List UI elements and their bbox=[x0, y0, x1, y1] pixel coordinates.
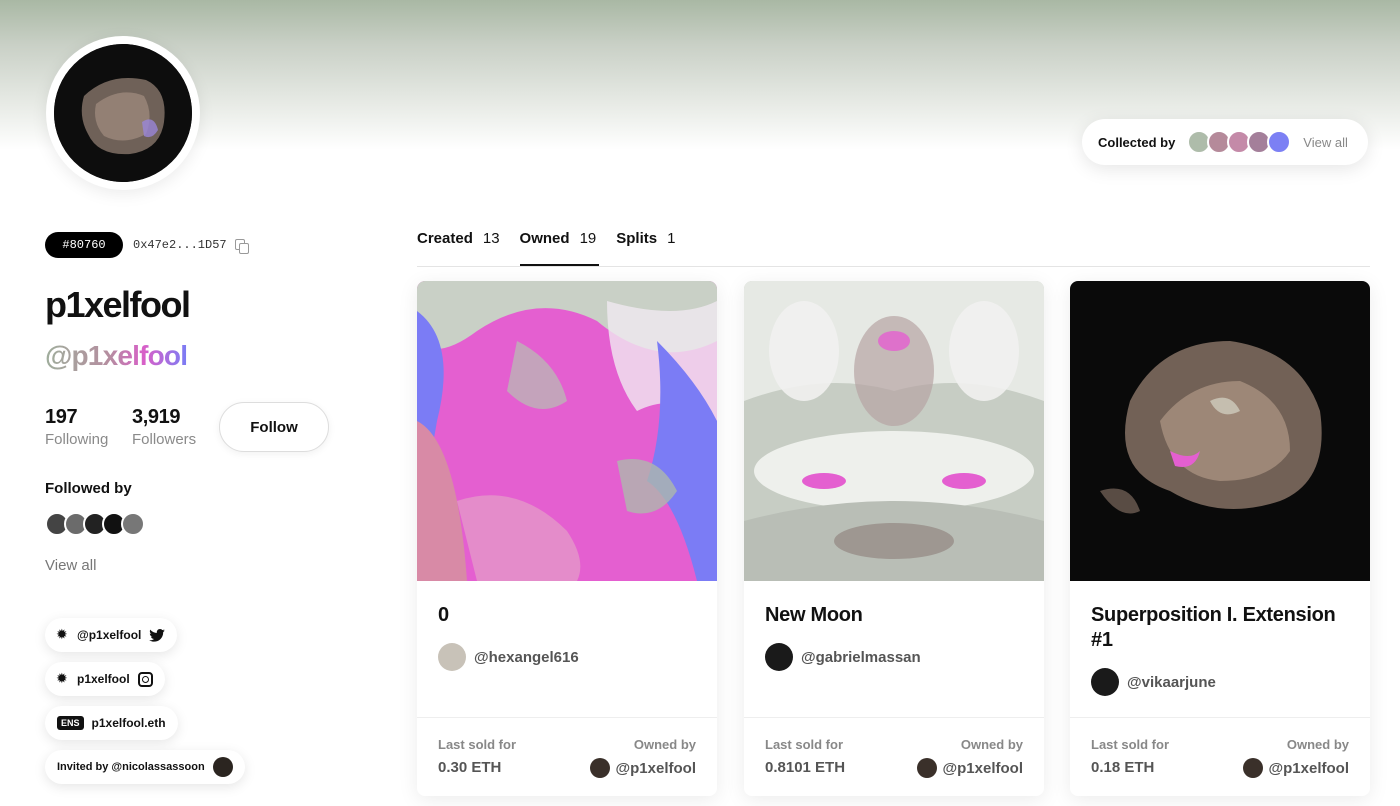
followed-by-view-all-link[interactable]: View all bbox=[45, 557, 96, 574]
display-name: p1xelfool bbox=[45, 284, 191, 325]
creator-handle: @hexangel616 bbox=[474, 648, 579, 666]
followed-by-avatars bbox=[45, 512, 145, 536]
creator-link[interactable]: @hexangel616 bbox=[438, 643, 579, 671]
tabs-divider bbox=[417, 266, 1370, 267]
profile-tabs: Created 13 Owned 19 Splits 1 bbox=[417, 230, 695, 266]
owner-avatar bbox=[1242, 758, 1263, 778]
owner-link[interactable]: @p1xelfool bbox=[1242, 758, 1349, 778]
nft-card[interactable]: New Moon @gabrielmassan Last sold for 0.… bbox=[744, 281, 1044, 796]
copy-icon[interactable] bbox=[234, 238, 249, 254]
collected-by-label: Collected by bbox=[1098, 134, 1176, 150]
creator-avatar bbox=[765, 643, 793, 671]
creator-link[interactable]: @gabrielmassan bbox=[765, 643, 921, 671]
followers-label: Followers bbox=[132, 431, 197, 448]
owner-handle: @p1xelfool bbox=[942, 759, 1023, 777]
followed-by-title: Followed by bbox=[45, 480, 132, 497]
followers-count: 3,919 bbox=[132, 406, 181, 428]
tab-label: Owned bbox=[519, 230, 570, 247]
owned-by-label: Owned by bbox=[960, 737, 1023, 752]
following-stat[interactable]: 197 Following bbox=[45, 406, 108, 448]
owner-handle: @p1xelfool bbox=[615, 759, 696, 777]
ens-badge-icon: ENS bbox=[57, 716, 84, 730]
last-sold-price: 0.8101 ETH bbox=[765, 759, 846, 776]
nft-title[interactable]: Superposition I. Extension #1 bbox=[1091, 603, 1351, 653]
avatar-artwork bbox=[54, 44, 192, 182]
owner-handle: @p1xelfool bbox=[1268, 759, 1349, 777]
username-handle: @p1xelfool bbox=[45, 340, 188, 371]
creator-link[interactable]: @vikaarjune bbox=[1091, 668, 1216, 696]
profile-avatar bbox=[46, 36, 200, 190]
followers-stat[interactable]: 3,919 Followers bbox=[132, 406, 196, 448]
creator-avatar bbox=[1091, 668, 1119, 696]
invited-by-link[interactable]: Invited by @nicolassassoon bbox=[45, 750, 245, 784]
last-sold-price: 0.30 ETH bbox=[438, 759, 502, 776]
tab-label: Splits bbox=[616, 230, 658, 247]
twitter-handle: @p1xelfool bbox=[77, 628, 142, 642]
last-sold-label: Last sold for bbox=[438, 737, 517, 752]
collected-by-widget: Collected by View all bbox=[1082, 119, 1368, 165]
owner-avatar bbox=[916, 758, 937, 778]
nft-artwork-image[interactable] bbox=[417, 281, 717, 581]
tab-count: 1 bbox=[667, 230, 676, 247]
tab-created[interactable]: Created 13 bbox=[417, 230, 500, 266]
following-count: 197 bbox=[45, 406, 78, 428]
instagram-handle: p1xelfool bbox=[77, 672, 130, 686]
ens-name: p1xelfool.eth bbox=[91, 716, 166, 730]
nft-card[interactable]: 0 @hexangel616 Last sold for 0.30 ETH Ow… bbox=[417, 281, 717, 796]
nft-title[interactable]: 0 bbox=[438, 603, 698, 628]
tab-count: 19 bbox=[579, 230, 597, 247]
id-badge: #80760 bbox=[45, 232, 123, 258]
ens-link[interactable]: ENS p1xelfool.eth bbox=[45, 706, 178, 740]
tab-owned[interactable]: Owned 19 bbox=[519, 230, 599, 266]
tab-splits[interactable]: Splits 1 bbox=[616, 230, 675, 266]
tab-label: Created bbox=[417, 230, 473, 247]
nft-card[interactable]: Superposition I. Extension #1 @vikaarjun… bbox=[1070, 281, 1370, 796]
creator-handle: @vikaarjune bbox=[1127, 673, 1216, 691]
last-sold-label: Last sold for bbox=[1091, 737, 1170, 752]
collector-avatar[interactable] bbox=[1267, 130, 1292, 154]
inviter-avatar bbox=[212, 757, 233, 777]
twitter-icon bbox=[149, 628, 166, 642]
following-label: Following bbox=[45, 431, 109, 448]
verified-badge-icon bbox=[56, 670, 69, 687]
owned-by-label: Owned by bbox=[633, 737, 696, 752]
twitter-link[interactable]: @p1xelfool bbox=[45, 618, 178, 652]
last-sold-label: Last sold for bbox=[765, 737, 844, 752]
creator-avatar bbox=[438, 643, 466, 671]
owner-link[interactable]: @p1xelfool bbox=[589, 758, 696, 778]
nft-artwork-image[interactable] bbox=[744, 281, 1044, 581]
follower-avatar[interactable] bbox=[121, 512, 145, 536]
nft-title[interactable]: New Moon bbox=[765, 603, 1025, 628]
nft-artwork-image[interactable] bbox=[1070, 281, 1370, 581]
card-divider bbox=[1070, 717, 1370, 718]
creator-handle: @gabrielmassan bbox=[801, 648, 921, 666]
verified-badge-icon bbox=[56, 626, 69, 643]
owned-by-label: Owned by bbox=[1286, 737, 1349, 752]
identity-row: #80760 0x47e2...1D57 bbox=[45, 232, 249, 258]
last-sold-price: 0.18 ETH bbox=[1091, 759, 1155, 776]
owner-link[interactable]: @p1xelfool bbox=[916, 758, 1023, 778]
wallet-address[interactable]: 0x47e2...1D57 bbox=[133, 238, 227, 252]
instagram-icon bbox=[137, 671, 153, 687]
collector-avatars[interactable] bbox=[1187, 130, 1292, 154]
instagram-link[interactable]: p1xelfool bbox=[45, 662, 165, 696]
owner-avatar bbox=[589, 758, 610, 778]
tab-count: 13 bbox=[482, 230, 500, 247]
invited-by-text: Invited by @nicolassassoon bbox=[57, 761, 205, 773]
collected-by-view-all-link[interactable]: View all bbox=[1303, 135, 1348, 150]
follow-button[interactable]: Follow bbox=[219, 402, 329, 452]
card-divider bbox=[744, 717, 1044, 718]
card-divider bbox=[417, 717, 717, 718]
